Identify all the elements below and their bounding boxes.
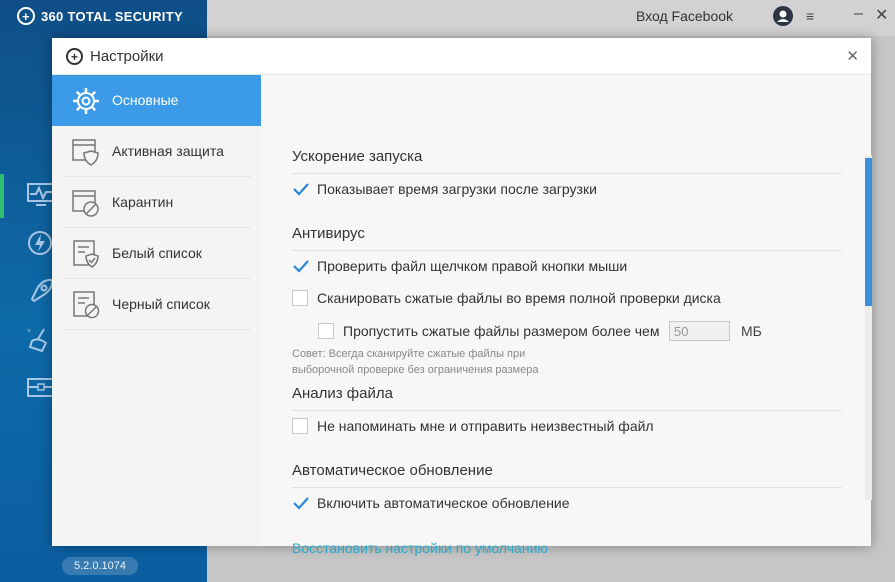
nav-label: Карантин	[112, 194, 174, 210]
option-label: Не напоминать мне и отправить неизвестны…	[317, 418, 654, 434]
nav-item-whitelist[interactable]: Белый список	[52, 228, 261, 279]
option-scan-archives[interactable]: Сканировать сжатые файлы во время полной…	[292, 290, 721, 306]
section-title-startup: Ускорение запуска	[292, 148, 423, 165]
option-skip-large-archives[interactable]: Пропустить сжатые файлы размером более ч…	[318, 323, 659, 339]
checkbox-unchecked[interactable]	[292, 418, 308, 434]
nav-label: Белый список	[112, 245, 202, 261]
checkbox-unchecked[interactable]	[292, 290, 308, 306]
option-label: Пропустить сжатые файлы размером более ч…	[343, 323, 660, 339]
checkbox-checked[interactable]	[292, 495, 309, 511]
whitelist-icon	[73, 240, 99, 268]
settings-dialog: + Настройки ✕ Основные Активная защита К…	[52, 38, 872, 556]
archive-size-input[interactable]	[669, 321, 730, 341]
close-app-icon[interactable]: ✕	[875, 5, 888, 25]
svg-text:×: ×	[27, 328, 31, 335]
nav-item-general[interactable]: Основные	[52, 75, 261, 126]
section-divider	[292, 173, 842, 174]
option-auto-update[interactable]: Включить автоматическое обновление	[292, 495, 570, 511]
section-divider	[292, 250, 842, 251]
option-right-click-scan[interactable]: Проверить файл щелчком правой кнопки мыш…	[292, 258, 627, 274]
brand-logo-icon: +	[17, 7, 35, 25]
nav-item-blacklist[interactable]: Черный список	[52, 279, 261, 330]
checkbox-checked[interactable]	[292, 181, 309, 197]
app-brand: + 360 TOTAL SECURITY	[17, 7, 183, 25]
option-label: Показывает время загрузки после загрузки	[317, 181, 597, 197]
quarantine-window-icon	[72, 190, 99, 217]
gear-icon	[73, 88, 99, 114]
tip-line: Совет: Всегда сканируйте сжатые файлы пр…	[292, 348, 526, 360]
facebook-login-link[interactable]: Вход Facebook	[636, 8, 733, 24]
option-label: Включить автоматическое обновление	[317, 495, 570, 511]
nav-label: Активная защита	[112, 143, 224, 159]
dialog-header: + Настройки ✕	[52, 38, 871, 75]
checkbox-unchecked[interactable]	[318, 323, 334, 339]
active-indicator	[0, 174, 4, 218]
archive-scan-tip: Совет: Всегда сканируйте сжатые файлы пр…	[292, 346, 592, 378]
nav-item-active-protection[interactable]: Активная защита	[52, 126, 261, 177]
section-title-antivirus: Антивирус	[292, 225, 365, 242]
size-unit-label: МБ	[741, 323, 762, 339]
option-label: Сканировать сжатые файлы во время полной…	[317, 290, 721, 306]
settings-content: Ускорение запуска Показывает время загру…	[261, 75, 872, 556]
dialog-title: Настройки	[90, 48, 164, 65]
option-send-unknown-file[interactable]: Не напоминать мне и отправить неизвестны…	[292, 418, 654, 434]
scrollbar-thumb[interactable]	[865, 158, 872, 306]
section-divider	[292, 487, 842, 488]
dialog-close-icon[interactable]: ✕	[846, 47, 859, 65]
section-title-file-analysis: Анализ файла	[292, 385, 393, 402]
section-title-auto-update: Автоматическое обновление	[292, 462, 493, 479]
version-badge: 5.2.0.1074	[62, 557, 138, 575]
section-divider	[292, 410, 842, 411]
option-show-boot-time[interactable]: Показывает время загрузки после загрузки	[292, 181, 597, 197]
minimize-icon[interactable]: ‒	[854, 5, 863, 23]
option-label: Проверить файл щелчком правой кнопки мыш…	[317, 258, 628, 274]
brand-name: 360 TOTAL SECURITY	[41, 8, 183, 24]
tip-line: выборочной проверке без ограничения разм…	[292, 364, 539, 376]
checkbox-checked[interactable]	[292, 258, 309, 274]
menu-icon[interactable]: ≡	[806, 8, 814, 24]
nav-divider	[62, 329, 251, 330]
dialog-logo-icon: +	[66, 48, 83, 65]
restore-defaults-link[interactable]: Восстановить настройки по умолчанию	[292, 540, 548, 556]
settings-nav: Основные Активная защита Карантин Белый …	[52, 75, 261, 546]
blacklist-icon	[73, 291, 100, 319]
nav-label: Черный список	[112, 296, 210, 312]
nav-item-quarantine[interactable]: Карантин	[52, 177, 261, 228]
shield-window-icon	[72, 139, 99, 166]
nav-label: Основные	[112, 92, 179, 108]
user-avatar-icon[interactable]	[773, 6, 793, 26]
